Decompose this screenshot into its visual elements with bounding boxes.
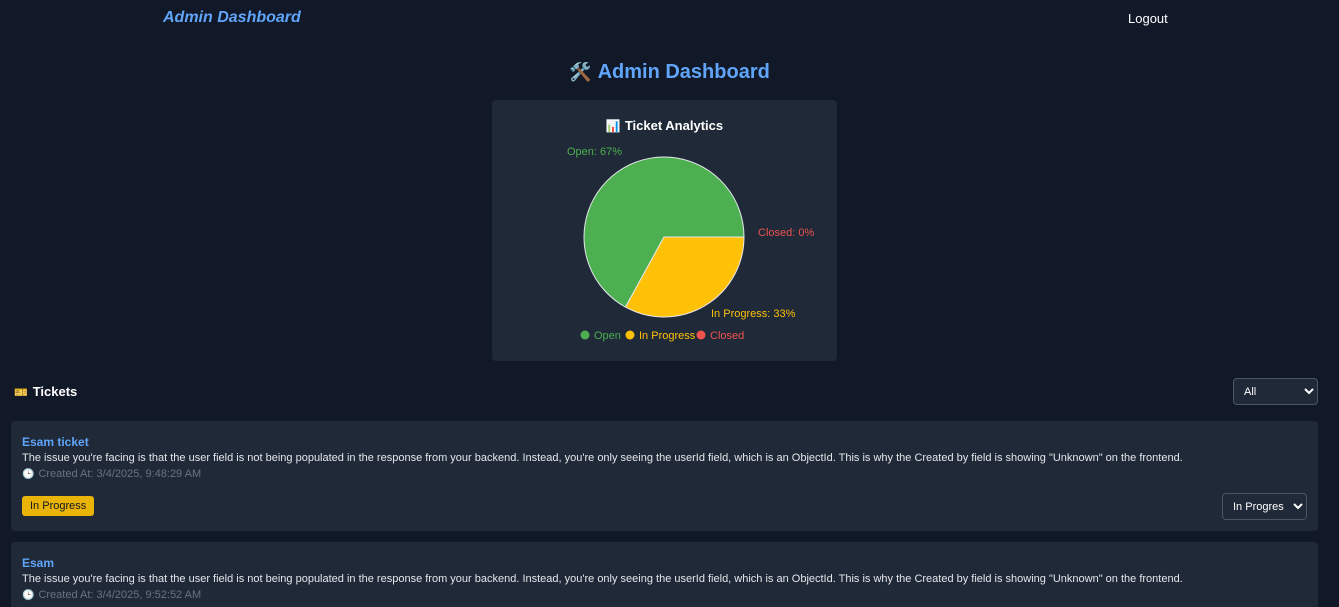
clock-icon: 🕒 xyxy=(22,590,35,601)
tickets-header: 🎫 Tickets xyxy=(14,384,77,399)
ticket-card: Esam The issue you're facing is that the… xyxy=(11,542,1318,607)
ticket-description: The issue you're facing is that the user… xyxy=(22,573,1183,585)
tickets-header-text: Tickets xyxy=(32,384,78,399)
status-filter-select[interactable]: All xyxy=(1233,378,1318,405)
navbar: Admin Dashboard Logout xyxy=(0,0,1339,36)
data-label-in-progress: In Progress: 33% xyxy=(711,308,796,320)
legend-item-in-progress[interactable]: In Progress xyxy=(639,330,696,342)
ticket-created-at: 🕒 Created At: 3/4/2025, 9:52:52 AM xyxy=(22,589,201,601)
ticket-created-text: Created At: 3/4/2025, 9:48:29 AM xyxy=(38,468,202,480)
pie-chart: Open: 67% In Progress: 33% Closed: 0% Open I… xyxy=(567,146,814,342)
page-title: 🛠️ Admin Dashboard xyxy=(0,61,1339,84)
ticket-created-at: 🕒 Created At: 3/4/2025, 9:48:29 AM xyxy=(22,468,201,480)
ticket-title: Esam xyxy=(22,556,55,570)
legend-marker-closed xyxy=(696,330,706,340)
legend-item-closed[interactable]: Closed xyxy=(710,330,744,342)
ticket-created-text: Created At: 3/4/2025, 9:52:52 AM xyxy=(38,589,202,601)
clock-icon: 🕒 xyxy=(22,469,35,480)
ticket-card: Esam ticket The issue you're facing is t… xyxy=(11,421,1318,531)
data-label-closed: Closed: 0% xyxy=(758,227,814,239)
ticket-title: Esam ticket xyxy=(22,435,89,449)
ticket-analytics-card: 📊 Ticket Analytics Open: 67% In Progress: … xyxy=(492,100,837,361)
status-badge: In Progress xyxy=(22,496,95,516)
legend-marker-in-progress xyxy=(625,330,635,340)
brand-title[interactable]: Admin Dashboard xyxy=(163,9,301,27)
tools-icon: 🛠️ xyxy=(569,62,592,82)
page-title-text: Admin Dashboard xyxy=(597,61,770,83)
ticket-icon: 🎫 xyxy=(14,387,28,399)
data-label-open: Open: 67% xyxy=(567,146,622,158)
legend-item-open[interactable]: Open xyxy=(594,330,621,342)
ticket-status-select[interactable]: In Progress xyxy=(1222,493,1307,520)
ticket-description: The issue you're facing is that the user… xyxy=(22,452,1183,464)
logout-link[interactable]: Logout xyxy=(1128,11,1168,26)
legend-marker-open xyxy=(580,330,590,340)
